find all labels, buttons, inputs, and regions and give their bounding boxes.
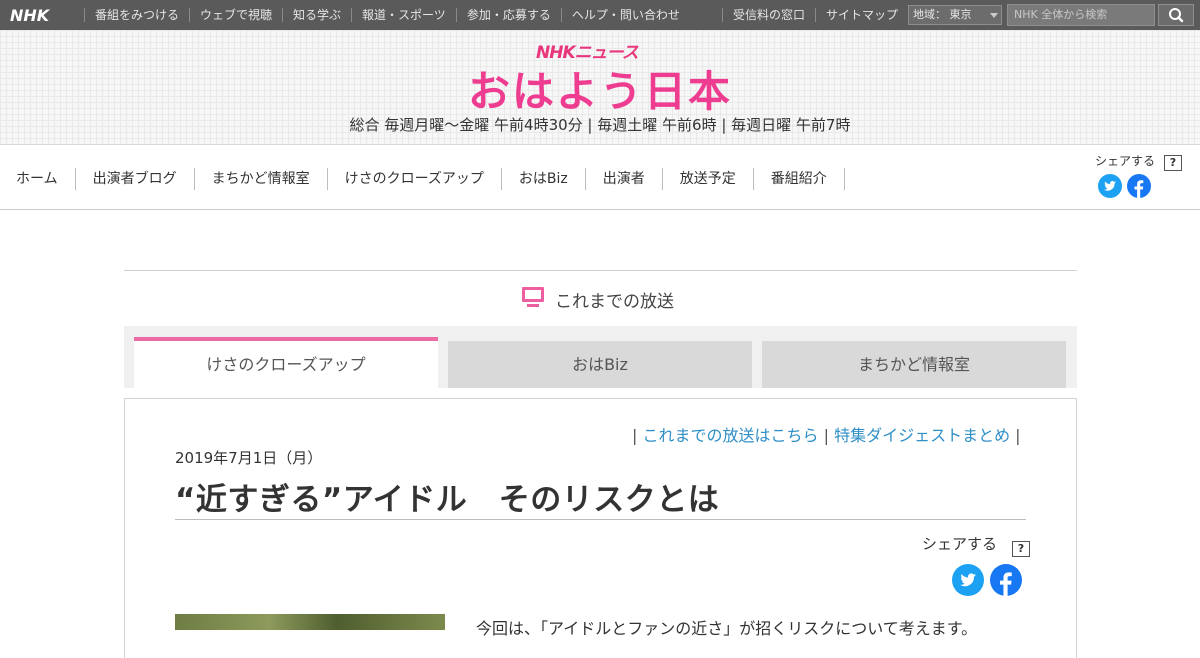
nav-item-ohabiz[interactable]: おはBiz — [502, 168, 586, 190]
global-nav-item[interactable]: 番組をみつける — [84, 8, 189, 22]
article-date: 2019年7月1日（月） — [175, 449, 323, 467]
nhk-logo[interactable]: NHK — [10, 5, 66, 25]
search-icon — [1169, 8, 1184, 23]
sitemap-link[interactable]: サイトマップ — [815, 8, 908, 22]
digest-link[interactable]: 特集ダイジェストまとめ — [834, 426, 1010, 445]
global-nav-item[interactable]: 知る学ぶ — [282, 8, 351, 22]
twitter-icon[interactable] — [1098, 174, 1122, 198]
tv-icon — [522, 287, 544, 307]
share-help-button[interactable]: ? — [1160, 151, 1182, 171]
headline-divider — [175, 519, 1026, 520]
chevron-down-icon — [990, 13, 998, 18]
tab-ohabiz[interactable]: おはBiz — [448, 341, 752, 388]
section-title: これまでの放送 — [555, 292, 674, 312]
tab-machikado[interactable]: まちかど情報室 — [762, 341, 1066, 388]
section-divider — [124, 270, 1077, 271]
article-thumbnail — [175, 614, 445, 630]
nav-item-machikado[interactable]: まちかど情報室 — [195, 168, 328, 190]
article-links: | これまでの放送はこちら | 特集ダイジェストまとめ | — [632, 426, 1021, 445]
global-nav-item[interactable]: 参加・応募する — [455, 8, 561, 22]
program-nav: ホーム 出演者ブログ まちかど情報室 けさのクローズアップ おはBiz 出演者 … — [0, 146, 1200, 210]
share-label: シェアする — [1095, 154, 1156, 168]
broadcast-schedule: 総合 毎週月曜～金曜 午前4時30分 | 毎週土曜 午前6時 | 毎週日曜 午前… — [349, 116, 851, 134]
search-button[interactable] — [1158, 4, 1194, 26]
fee-link[interactable]: 受信料の窓口 — [722, 8, 815, 22]
nav-item-about[interactable]: 番組紹介 — [754, 168, 845, 190]
archive-link[interactable]: これまでの放送はこちら — [642, 426, 818, 445]
global-nav-item[interactable]: 報道・スポーツ — [351, 8, 456, 22]
facebook-icon[interactable] — [1127, 174, 1151, 198]
article-headline: “近すぎる”アイドル そのリスクとは — [175, 482, 720, 518]
tab-closeup[interactable]: けさのクローズアップ — [134, 337, 438, 388]
region-select-label: 地域： 東京 — [913, 8, 972, 21]
nav-item-cast[interactable]: 出演者 — [586, 168, 663, 190]
program-header: NHKニュース おはよう日本 総合 毎週月曜～金曜 午前4時30分 | 毎週土曜… — [0, 30, 1200, 145]
help-icon: ? — [1012, 541, 1030, 557]
article-share-label: シェアする — [922, 535, 998, 553]
article-share-help-button[interactable]: ? — [1008, 537, 1030, 557]
global-nav-item[interactable]: ウェブで視聴 — [189, 8, 282, 22]
nav-item-blog[interactable]: 出演者ブログ — [76, 168, 195, 190]
program-nav-list: ホーム 出演者ブログ まちかど情報室 けさのクローズアップ おはBiz 出演者 … — [0, 168, 845, 190]
svg-text:NHK: NHK — [10, 6, 51, 25]
global-nav: 番組をみつける ウェブで視聴 知る学ぶ 報道・スポーツ 参加・応募する ヘルプ・… — [84, 0, 690, 30]
nav-item-closeup[interactable]: けさのクローズアップ — [328, 168, 502, 190]
program-title-logo[interactable]: おはよう日本 — [460, 58, 740, 119]
global-nav-item[interactable]: ヘルプ・問い合わせ — [560, 8, 690, 22]
twitter-icon[interactable] — [952, 564, 984, 596]
article-lead: 今回は、「アイドルとファンの近さ」が招くリスクについて考えます。 — [476, 619, 978, 638]
nhk-global-bar: NHK 番組をみつける ウェブで視聴 知る学ぶ 報道・スポーツ 参加・応募する … — [0, 0, 1200, 30]
global-utility-links: 受信料の窓口 サイトマップ — [722, 0, 908, 30]
search-input[interactable]: NHK 全体から検索 — [1007, 4, 1155, 26]
facebook-icon[interactable] — [990, 564, 1022, 596]
nav-item-home[interactable]: ホーム — [0, 168, 76, 190]
help-icon: ? — [1164, 155, 1182, 171]
nav-item-schedule[interactable]: 放送予定 — [663, 168, 754, 190]
region-select[interactable]: 地域： 東京 — [908, 5, 1002, 25]
